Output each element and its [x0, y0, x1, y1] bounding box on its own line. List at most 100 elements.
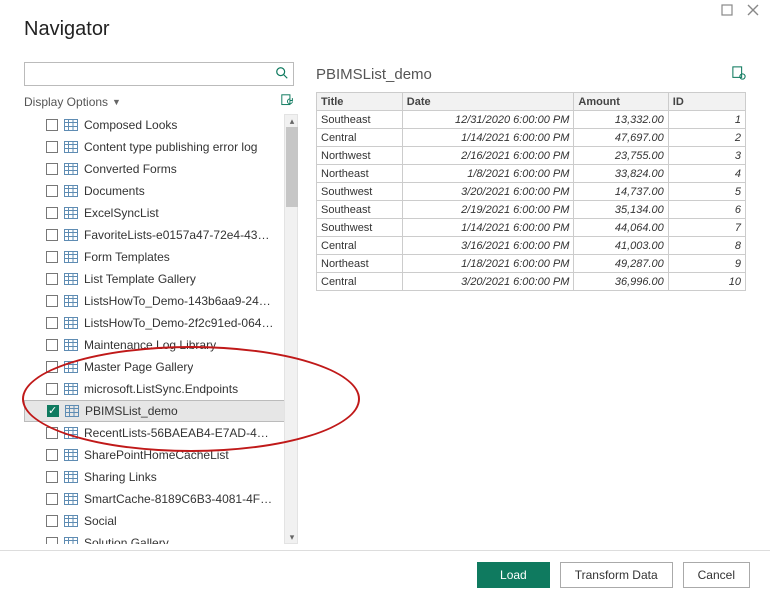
tree-item[interactable]: ExcelSyncList — [24, 202, 290, 224]
checkbox[interactable] — [46, 317, 58, 329]
tree-item-label: Converted Forms — [84, 162, 177, 176]
checkbox[interactable] — [46, 163, 58, 175]
tree-item[interactable]: Composed Looks — [24, 114, 290, 136]
tree-item-label: Documents — [84, 184, 145, 198]
tree-item[interactable]: SharePointHomeCacheList — [24, 444, 290, 466]
table-row[interactable]: Central3/20/2021 6:00:00 PM36,996.0010 — [317, 273, 746, 291]
table-row[interactable]: Northeast1/8/2021 6:00:00 PM33,824.004 — [317, 165, 746, 183]
tree-item-label: ExcelSyncList — [84, 206, 159, 220]
search-input[interactable] — [25, 63, 271, 85]
tree-item-label: RecentLists-56BAEAB4-E7AD-4E59-B9... — [84, 426, 274, 440]
tree-item[interactable]: Social — [24, 510, 290, 532]
table-cell: 13,332.00 — [574, 111, 668, 129]
tree-item[interactable]: Maintenance Log Library — [24, 334, 290, 356]
table-cell: 1/14/2021 6:00:00 PM — [402, 219, 574, 237]
table-cell: 2/16/2021 6:00:00 PM — [402, 147, 574, 165]
table-cell: 41,003.00 — [574, 237, 668, 255]
tree-item[interactable]: PBIMSList_demo — [24, 400, 290, 422]
search-box[interactable] — [24, 62, 294, 86]
tree-item[interactable]: Content type publishing error log — [24, 136, 290, 158]
table-cell: Southwest — [317, 183, 403, 201]
navigator-left-pane: Display Options ▼ Composed LooksContent … — [0, 58, 308, 544]
tree-item[interactable]: ListsHowTo_Demo-2f2c91ed-064b-499... — [24, 312, 290, 334]
checkbox[interactable] — [46, 471, 58, 483]
table-cell: 1/14/2021 6:00:00 PM — [402, 129, 574, 147]
table-cell: Southeast — [317, 201, 403, 219]
table-icon — [64, 295, 78, 307]
table-row[interactable]: Southeast2/19/2021 6:00:00 PM35,134.006 — [317, 201, 746, 219]
table-cell: 44,064.00 — [574, 219, 668, 237]
column-header[interactable]: Title — [317, 93, 403, 111]
checkbox[interactable] — [46, 273, 58, 285]
tree-item[interactable]: RecentLists-56BAEAB4-E7AD-4E59-B9... — [24, 422, 290, 444]
tree-item[interactable]: Sharing Links — [24, 466, 290, 488]
checkbox[interactable] — [46, 251, 58, 263]
checkbox[interactable] — [46, 515, 58, 527]
table-row[interactable]: Northeast1/18/2021 6:00:00 PM49,287.009 — [317, 255, 746, 273]
table-cell: Southeast — [317, 111, 403, 129]
tree-item[interactable]: Converted Forms — [24, 158, 290, 180]
checkbox[interactable] — [46, 493, 58, 505]
column-header[interactable]: Date — [402, 93, 574, 111]
table-icon — [64, 427, 78, 439]
table-row[interactable]: Northwest2/16/2021 6:00:00 PM23,755.003 — [317, 147, 746, 165]
checkbox[interactable] — [46, 229, 58, 241]
transform-data-button[interactable]: Transform Data — [560, 562, 673, 588]
column-header[interactable]: Amount — [574, 93, 668, 111]
checkbox[interactable] — [46, 119, 58, 131]
tree-item[interactable]: SmartCache-8189C6B3-4081-4F62-901... — [24, 488, 290, 510]
tree-item[interactable]: microsoft.ListSync.Endpoints — [24, 378, 290, 400]
column-header[interactable]: ID — [668, 93, 745, 111]
tree-item[interactable]: List Template Gallery — [24, 268, 290, 290]
tree-item[interactable]: Documents — [24, 180, 290, 202]
checkbox[interactable] — [46, 207, 58, 219]
tree-item-label: Maintenance Log Library — [84, 338, 216, 352]
navigator-tree[interactable]: Composed LooksContent type publishing er… — [24, 114, 290, 544]
checkbox[interactable] — [46, 383, 58, 395]
checkbox[interactable] — [46, 339, 58, 351]
tree-item[interactable]: FavoriteLists-e0157a47-72e4-43c1-bfd... — [24, 224, 290, 246]
preview-refresh-icon[interactable] — [732, 66, 746, 83]
checkbox[interactable] — [46, 295, 58, 307]
table-cell: 3/20/2021 6:00:00 PM — [402, 183, 574, 201]
table-row[interactable]: Southwest3/20/2021 6:00:00 PM14,737.005 — [317, 183, 746, 201]
table-cell: 6 — [668, 201, 745, 219]
tree-item[interactable]: Master Page Gallery — [24, 356, 290, 378]
close-icon[interactable] — [746, 4, 760, 18]
table-cell: Central — [317, 273, 403, 291]
table-cell: 23,755.00 — [574, 147, 668, 165]
table-row[interactable]: Central3/16/2021 6:00:00 PM41,003.008 — [317, 237, 746, 255]
table-cell: 7 — [668, 219, 745, 237]
table-row[interactable]: Central1/14/2021 6:00:00 PM47,697.002 — [317, 129, 746, 147]
tree-item[interactable]: Solution Gallery — [24, 532, 290, 544]
load-button[interactable]: Load — [477, 562, 550, 588]
checkbox[interactable] — [46, 141, 58, 153]
search-icon[interactable] — [271, 66, 293, 83]
checkbox[interactable] — [46, 361, 58, 373]
table-cell: 8 — [668, 237, 745, 255]
scrollbar-thumb[interactable] — [286, 127, 298, 207]
display-options-dropdown[interactable]: Display Options ▼ — [24, 95, 121, 109]
checkbox[interactable] — [47, 405, 59, 417]
table-row[interactable]: Southeast12/31/2020 6:00:00 PM13,332.001 — [317, 111, 746, 129]
tree-scrollbar[interactable]: ▴ ▾ — [284, 114, 298, 544]
scroll-down-icon[interactable]: ▾ — [285, 531, 299, 543]
table-cell: 2 — [668, 129, 745, 147]
tree-item[interactable]: ListsHowTo_Demo-143b6aa9-2413-46... — [24, 290, 290, 312]
checkbox[interactable] — [46, 427, 58, 439]
preview-table: TitleDateAmountIDSoutheast12/31/2020 6:0… — [316, 92, 746, 291]
tree-item[interactable]: Form Templates — [24, 246, 290, 268]
checkbox[interactable] — [46, 185, 58, 197]
cancel-button[interactable]: Cancel — [683, 562, 750, 588]
checkbox[interactable] — [46, 449, 58, 461]
chevron-down-icon: ▼ — [112, 97, 121, 107]
preview-pane: PBIMSList_demo TitleDateAmountIDSoutheas… — [308, 58, 770, 544]
table-row[interactable]: Southwest1/14/2021 6:00:00 PM44,064.007 — [317, 219, 746, 237]
tree-item-label: Form Templates — [84, 250, 170, 264]
maximize-icon[interactable] — [720, 4, 734, 18]
checkbox[interactable] — [46, 537, 58, 544]
scroll-up-icon[interactable]: ▴ — [285, 115, 299, 127]
table-icon — [64, 339, 78, 351]
table-cell: 1/18/2021 6:00:00 PM — [402, 255, 574, 273]
refresh-icon[interactable] — [281, 94, 294, 110]
